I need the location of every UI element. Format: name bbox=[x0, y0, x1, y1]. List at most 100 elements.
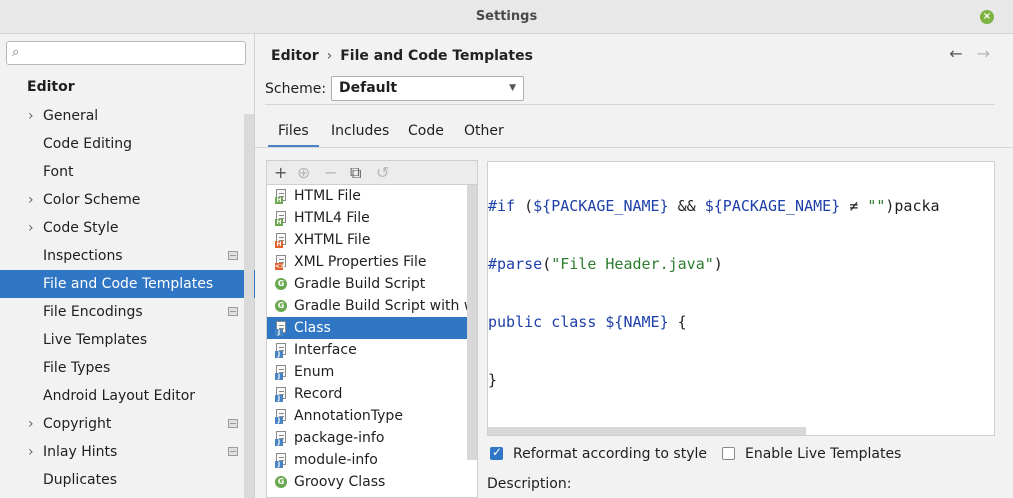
editor-horizontal-scrollbar[interactable] bbox=[488, 427, 806, 435]
template-item[interactable]: J Interface bbox=[267, 339, 477, 361]
template-item-label: package-info bbox=[294, 430, 385, 446]
copy-icon[interactable]: ⧉ bbox=[350, 163, 361, 183]
reset-icon[interactable]: ↺ bbox=[376, 163, 389, 182]
sidebar-item-general[interactable]: › General bbox=[0, 102, 255, 130]
window-title: Settings bbox=[475, 9, 538, 24]
file-badge: H bbox=[275, 219, 283, 226]
template-item[interactable]: H HTML4 File bbox=[267, 207, 477, 229]
template-item[interactable]: G Gradle Build Script with wrapp bbox=[267, 295, 477, 317]
templates-toolbar: + ⊕ − ⧉ ↺ bbox=[266, 160, 478, 184]
template-item-label: Enum bbox=[294, 364, 335, 380]
reformat-option[interactable]: Reformat according to style bbox=[490, 445, 707, 462]
template-item-label: Class bbox=[294, 320, 331, 336]
template-item[interactable]: J Class bbox=[267, 317, 477, 339]
description-label: Description: bbox=[487, 476, 572, 492]
sidebar-item-code-style[interactable]: › Code Style bbox=[0, 214, 255, 242]
sidebar-item-code-editing[interactable]: Code Editing bbox=[0, 130, 255, 158]
template-item-label: Gradle Build Script bbox=[294, 276, 426, 292]
tab-files[interactable]: Files bbox=[268, 114, 319, 148]
sidebar-item-inlay-hints[interactable]: › Inlay Hints bbox=[0, 438, 255, 466]
html-file-icon: H bbox=[275, 211, 288, 226]
file-badge: <> bbox=[275, 263, 286, 270]
template-code-editor[interactable]: #if (${PACKAGE_NAME} && ${PACKAGE_NAME} … bbox=[487, 161, 995, 436]
java-file-icon: J bbox=[275, 387, 288, 402]
reformat-checkbox[interactable] bbox=[490, 445, 503, 460]
chevron-right-icon[interactable]: › bbox=[28, 102, 34, 130]
sidebar-item-label: Duplicates bbox=[43, 472, 117, 488]
file-badge: J bbox=[275, 439, 283, 446]
file-badge: H bbox=[275, 241, 283, 248]
template-list-scrollbar[interactable] bbox=[467, 185, 477, 460]
template-item[interactable]: J Enum bbox=[267, 361, 477, 383]
sidebar-item-label: Copyright bbox=[43, 416, 112, 432]
sidebar-item-inspections[interactable]: Inspections bbox=[0, 242, 255, 270]
file-badge: J bbox=[275, 373, 283, 380]
tab-code[interactable]: Code bbox=[408, 114, 444, 148]
tab-other[interactable]: Other bbox=[464, 114, 504, 148]
tab-includes[interactable]: Includes bbox=[331, 114, 389, 148]
chevron-down-icon: ▼ bbox=[509, 83, 516, 93]
scheme-value: Default bbox=[339, 80, 398, 96]
chevron-right-icon[interactable]: › bbox=[28, 186, 34, 214]
close-icon[interactable]: × bbox=[980, 10, 994, 24]
sidebar-item-file-and-code-templates[interactable]: File and Code Templates bbox=[0, 270, 255, 298]
java-file-icon: J bbox=[275, 343, 288, 358]
template-item-label: module-info bbox=[294, 452, 378, 468]
code-line-2: #parse("File Header.java") bbox=[488, 255, 723, 273]
template-item[interactable]: Jpackage-info bbox=[267, 427, 477, 449]
sidebar-item-label: Android Layout Editor bbox=[43, 388, 196, 404]
chevron-right-icon[interactable]: › bbox=[28, 214, 34, 242]
template-item[interactable]: Jmodule-info bbox=[267, 449, 477, 471]
sidebar-item-live-templates[interactable]: Live Templates bbox=[0, 326, 255, 354]
divider bbox=[265, 104, 995, 105]
sidebar-item-color-scheme[interactable]: › Color Scheme bbox=[0, 186, 255, 214]
template-item[interactable]: H XHTML File bbox=[267, 229, 477, 251]
sidebar-item-file-encodings[interactable]: File Encodings bbox=[0, 298, 255, 326]
sidebar-item-duplicates[interactable]: Duplicates bbox=[0, 466, 255, 494]
template-item[interactable]: <> XML Properties File bbox=[267, 251, 477, 273]
template-item-label: HTML File bbox=[294, 188, 361, 204]
sidebar-scrollbar[interactable] bbox=[244, 114, 254, 498]
project-scope-icon bbox=[228, 447, 238, 456]
file-badge: H bbox=[275, 197, 283, 204]
settings-sidebar: ⌕ Editor › General Code Editing Font › Color … bbox=[0, 34, 255, 498]
live-templates-option[interactable]: Enable Live Templates bbox=[722, 446, 901, 462]
file-badge: J bbox=[275, 351, 283, 358]
template-item[interactable]: H HTML File bbox=[267, 185, 477, 207]
template-item[interactable]: J AnnotationType bbox=[267, 405, 477, 427]
template-item-label: Groovy Class bbox=[294, 474, 386, 490]
file-badge: J bbox=[275, 395, 283, 402]
template-item[interactable]: G Groovy Class bbox=[267, 471, 477, 493]
template-item-label: AnnotationType bbox=[294, 408, 403, 424]
forward-arrow-icon[interactable]: → bbox=[977, 44, 990, 63]
sidebar-item-copyright[interactable]: › Copyright bbox=[0, 410, 255, 438]
add-icon[interactable]: + bbox=[274, 163, 287, 182]
search-field[interactable]: ⌕ bbox=[6, 41, 246, 65]
sidebar-item-font[interactable]: Font bbox=[0, 158, 255, 186]
remove-icon[interactable]: − bbox=[324, 163, 337, 182]
tree-header-editor[interactable]: Editor bbox=[27, 79, 75, 95]
chevron-right-icon[interactable]: › bbox=[28, 410, 34, 438]
live-templates-checkbox[interactable] bbox=[722, 447, 735, 460]
add-child-icon[interactable]: ⊕ bbox=[297, 163, 310, 182]
sidebar-item-label: Inlay Hints bbox=[43, 444, 118, 460]
title-bar: Settings × bbox=[0, 0, 1013, 34]
back-arrow-icon[interactable]: ← bbox=[949, 44, 962, 63]
template-item[interactable]: G Gradle Build Script bbox=[267, 273, 477, 295]
scheme-dropdown[interactable]: Default ▼ bbox=[331, 76, 524, 101]
xml-file-icon: <> bbox=[275, 255, 288, 270]
chevron-right-icon[interactable]: › bbox=[28, 438, 34, 466]
breadcrumb-current: File and Code Templates bbox=[340, 48, 533, 64]
sidebar-item-label: File Encodings bbox=[43, 304, 143, 320]
project-scope-icon bbox=[228, 419, 238, 428]
breadcrumb-parent[interactable]: Editor bbox=[271, 48, 319, 64]
sidebar-item-file-types[interactable]: File Types bbox=[0, 354, 255, 382]
search-input[interactable] bbox=[33, 44, 238, 62]
main-panel: Editor › File and Code Templates ← → Scheme… bbox=[255, 34, 1013, 498]
template-item[interactable]: J Record bbox=[267, 383, 477, 405]
gradle-icon: G bbox=[275, 278, 287, 290]
live-templates-label: Enable Live Templates bbox=[745, 446, 902, 462]
code-content[interactable]: #if (${PACKAGE_NAME} && ${PACKAGE_NAME} … bbox=[488, 162, 940, 435]
sidebar-item-label: File Types bbox=[43, 360, 111, 376]
sidebar-item-android-layout-editor[interactable]: Android Layout Editor bbox=[0, 382, 255, 410]
